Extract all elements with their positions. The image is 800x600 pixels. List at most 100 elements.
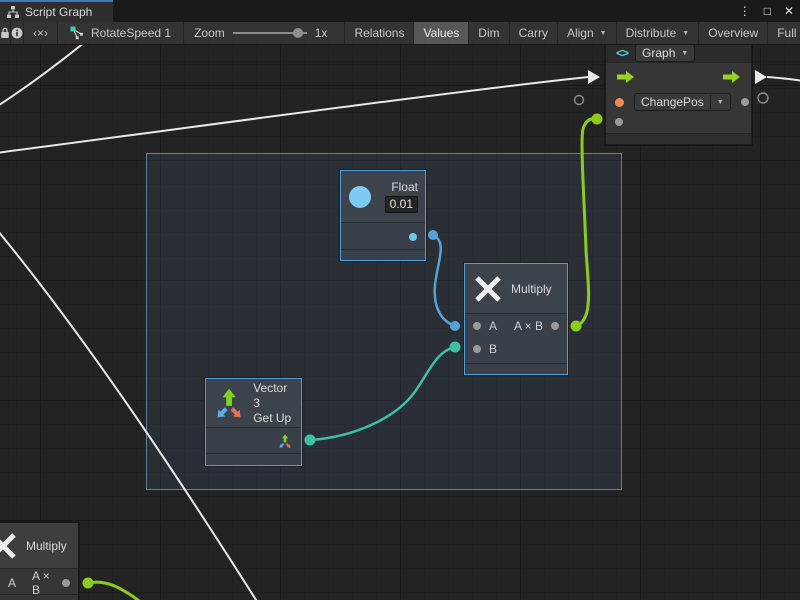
float-node-title: Float <box>391 180 418 194</box>
wire-float-to-multiply-a[interactable] <box>433 235 455 326</box>
changepos-dropdown[interactable]: ChangePos ▼ <box>634 93 731 111</box>
multiply-output-port[interactable] <box>551 322 559 330</box>
zoom-value: 1x <box>315 26 328 40</box>
multiply-input-a-port[interactable] <box>473 322 481 330</box>
graph-reference-label: RotateSpeed 1 <box>91 26 171 40</box>
graph-node-footer <box>606 133 751 144</box>
toolbar-spacer <box>337 22 345 44</box>
maximize-icon[interactable]: □ <box>764 4 771 18</box>
flow-port-row <box>606 63 751 91</box>
script-graph-icon <box>7 6 19 18</box>
lock-icon <box>0 27 10 39</box>
code-snippet-button[interactable]: ‹×› <box>24 22 58 44</box>
multiply2-node-title: Multiply <box>26 539 67 553</box>
float-node-footer <box>341 249 425 260</box>
vector3-type-label: Vector 3 <box>253 381 295 411</box>
float-value-field[interactable]: 0.01 <box>385 196 418 213</box>
graph-reference-button[interactable]: RotateSpeed 1 <box>58 22 184 44</box>
multiply-input-b-port[interactable] <box>473 345 481 353</box>
wire-cap-teal-start <box>305 435 316 446</box>
float-output-port[interactable] <box>409 233 417 241</box>
multiply2-output-label: A × B <box>32 569 53 597</box>
tab-bar: Script Graph ⋮ □ ✕ <box>0 0 800 22</box>
multiply2-input-a-label: A <box>8 576 16 590</box>
carry-button[interactable]: Carry <box>510 22 558 44</box>
zoom-slider-handle[interactable] <box>293 28 303 38</box>
distribute-label: Distribute <box>626 26 677 40</box>
multiply-x-icon <box>474 275 502 303</box>
multiply2-output-port[interactable] <box>62 579 70 587</box>
wire-white-to-graph-input[interactable] <box>0 77 588 153</box>
wire-cap-green-start <box>571 321 582 332</box>
multiply-input-b-label: B <box>489 342 497 356</box>
port-ring-right[interactable] <box>758 93 768 103</box>
zoom-control: Zoom 1x <box>184 22 337 44</box>
changepos-input-port[interactable] <box>615 98 624 107</box>
fullscreen-button[interactable]: Full Screen <box>768 22 800 44</box>
wire-white-top-left[interactable] <box>0 45 96 107</box>
value-input-port[interactable] <box>615 118 623 126</box>
vector3-port-row <box>206 428 301 454</box>
align-button[interactable]: Align ▼ <box>558 22 617 44</box>
port-ring-left[interactable] <box>575 96 584 105</box>
tab-title: Script Graph <box>25 5 92 19</box>
vector3-axes-icon <box>212 385 246 421</box>
distribute-button[interactable]: Distribute ▼ <box>617 22 700 44</box>
close-icon[interactable]: ✕ <box>784 4 794 18</box>
float-node-header: Float 0.01 <box>341 171 425 223</box>
multiply2-node-footer <box>0 594 78 600</box>
caret-down-icon: ▼ <box>600 30 607 37</box>
node-graph-icon <box>70 26 84 40</box>
node-multiply-partial[interactable]: Multiply A A × B <box>0 522 79 600</box>
wire-arrowhead-graph-input <box>588 70 600 84</box>
relations-label: Relations <box>354 26 404 40</box>
multiply-input-a-label: A <box>489 319 497 333</box>
dim-button[interactable]: Dim <box>469 22 509 44</box>
wire-cap-green-end <box>592 114 603 125</box>
kebab-menu-icon[interactable]: ⋮ <box>739 4 751 18</box>
relations-button[interactable]: Relations <box>345 22 414 44</box>
multiply-node-title: Multiply <box>511 282 552 296</box>
info-button[interactable] <box>11 22 24 44</box>
code-icon: ‹×› <box>33 26 48 40</box>
vector3-node-header: Vector 3 Get Up <box>206 379 301 428</box>
graph-node-header: <> Graph ▼ <box>606 45 751 63</box>
graph-canvas[interactable]: <> Graph ▼ ChangePos ▼ <box>0 45 800 600</box>
node-multiply[interactable]: Multiply A A × B B <box>464 263 568 375</box>
graph-toolbar: ‹×› RotateSpeed 1 Zoom 1x Relations Valu… <box>0 22 800 45</box>
fullscreen-label: Full Screen <box>777 26 800 40</box>
graph-dropdown[interactable]: Graph ▼ <box>635 45 695 62</box>
values-button[interactable]: Values <box>414 22 469 44</box>
dim-label: Dim <box>478 26 499 40</box>
flow-input-arrow-icon[interactable] <box>616 70 635 84</box>
changepos-output-port[interactable] <box>741 98 749 106</box>
flow-output-arrow-icon[interactable] <box>722 70 741 84</box>
wire-cap-blue-start <box>428 230 438 240</box>
overview-label: Overview <box>708 26 758 40</box>
node-vector3-getup[interactable]: Vector 3 Get Up <box>205 378 302 466</box>
float-type-icon <box>348 185 372 209</box>
overview-button[interactable]: Overview <box>699 22 768 44</box>
wire-multiply-to-changepos[interactable] <box>576 119 597 326</box>
caret-down-icon: ▼ <box>682 30 689 37</box>
node-float[interactable]: Float 0.01 <box>340 170 426 261</box>
value-port-row <box>606 113 751 131</box>
wire-getup-to-multiply-b[interactable] <box>310 347 455 440</box>
values-label: Values <box>423 26 459 40</box>
zoom-slider[interactable] <box>233 28 307 38</box>
changepos-dropdown-label: ChangePos <box>641 95 704 109</box>
tab-script-graph[interactable]: Script Graph <box>0 0 113 22</box>
node-graph-changepos[interactable]: <> Graph ▼ ChangePos ▼ <box>605 45 752 145</box>
zoom-label: Zoom <box>194 26 225 40</box>
wire-multiply2-output[interactable] <box>88 582 142 600</box>
multiply-output-label: A × B <box>514 319 543 333</box>
info-icon <box>11 27 23 39</box>
align-label: Align <box>567 26 594 40</box>
vector3-output-port[interactable] <box>277 433 293 449</box>
lock-button[interactable] <box>0 22 11 44</box>
wire-arrowhead-graph-output <box>755 70 767 84</box>
caret-down-icon: ▼ <box>710 95 724 109</box>
wire-white-from-graph-output[interactable] <box>767 77 800 81</box>
multiply-x-icon <box>0 532 17 560</box>
graph-dropdown-label: Graph <box>642 46 675 60</box>
